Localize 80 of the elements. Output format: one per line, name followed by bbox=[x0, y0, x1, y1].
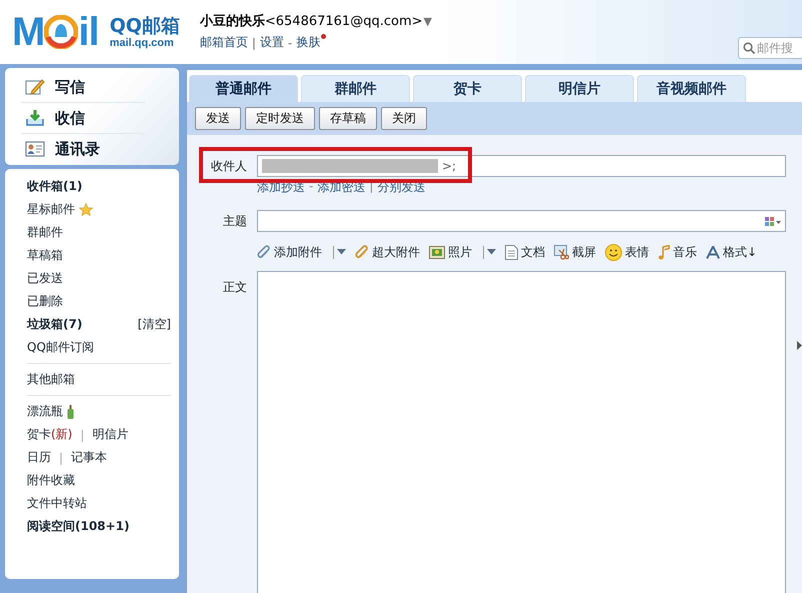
folder-link[interactable]: 垃圾箱(7) bbox=[27, 316, 82, 333]
folder-link[interactable]: QQ邮件订阅 bbox=[27, 339, 94, 356]
folder-link[interactable]: 漂流瓶 bbox=[27, 403, 63, 420]
attachment-tool[interactable]: 添加附件 bbox=[257, 244, 322, 260]
expand-arrow-icon[interactable] bbox=[797, 341, 802, 350]
compose-tab[interactable]: 普通邮件 bbox=[189, 75, 298, 102]
header-link[interactable]: 邮箱首页 bbox=[200, 34, 248, 51]
folder-link[interactable]: 星标邮件 bbox=[27, 201, 75, 218]
logo-name: QQ邮箱 bbox=[110, 16, 180, 36]
search-icon bbox=[743, 42, 755, 54]
star-icon bbox=[79, 203, 93, 216]
field-label: 主题 bbox=[222, 212, 248, 230]
contact-card-icon bbox=[25, 141, 45, 157]
field-label: 收件人 bbox=[210, 158, 248, 174]
search-placeholder: 邮件搜 bbox=[757, 40, 793, 56]
folder-link[interactable]: 日历 bbox=[27, 449, 51, 466]
bell-ring-logo-icon bbox=[44, 15, 78, 49]
folder-link[interactable]: 其他邮箱 bbox=[27, 371, 75, 388]
scheduled-send-button[interactable]: 定时发送 bbox=[245, 107, 315, 130]
link-separator: | bbox=[252, 36, 256, 50]
folder-link[interactable]: 群邮件 bbox=[27, 224, 63, 241]
quick-action[interactable]: 通讯录 bbox=[21, 134, 145, 164]
attachment-tool[interactable]: 截屏 bbox=[554, 244, 596, 260]
subject-field[interactable] bbox=[257, 210, 786, 232]
link-separator: - bbox=[309, 179, 314, 195]
header-link[interactable]: 换肤 bbox=[296, 34, 320, 51]
picture-icon bbox=[429, 246, 445, 258]
folder-link[interactable]: 文件中转站 bbox=[27, 495, 87, 512]
folder-link[interactable]: 草稿箱 bbox=[27, 247, 63, 264]
compose-tab[interactable]: 音视频邮件 bbox=[637, 75, 746, 102]
recipient-field[interactable]: >; bbox=[257, 155, 786, 177]
logo-letters: il bbox=[78, 12, 99, 52]
attachment-tool[interactable]: 超大附件 bbox=[355, 244, 420, 260]
bottle-icon bbox=[67, 404, 74, 418]
quick-action[interactable]: 写信 bbox=[21, 72, 145, 103]
letter-a-icon bbox=[706, 246, 720, 258]
logo-domain: mail.qq.com bbox=[110, 36, 175, 48]
folder-link[interactable]: 已发送 bbox=[27, 270, 63, 287]
send-button[interactable]: 发送 bbox=[195, 107, 241, 130]
color-grid-icon[interactable] bbox=[765, 216, 781, 226]
compose-tab[interactable]: 群邮件 bbox=[301, 75, 410, 102]
pencil-note-icon bbox=[25, 78, 45, 96]
folder-link[interactable]: 明信片 bbox=[92, 426, 128, 443]
attachment-tool[interactable]: 照片 bbox=[429, 244, 472, 260]
user-email: <654867161@qq.com> bbox=[264, 14, 422, 28]
smiley-icon bbox=[605, 244, 622, 260]
compose-tab[interactable]: 明信片 bbox=[525, 75, 634, 102]
recipient-text: >; bbox=[442, 159, 456, 173]
folder-link[interactable]: 记事本 bbox=[71, 449, 108, 466]
link-separator: - bbox=[288, 36, 292, 50]
paperclip-icon bbox=[355, 245, 369, 259]
scissors-screen-icon bbox=[554, 244, 569, 260]
close-button[interactable]: 关闭 bbox=[381, 107, 427, 130]
attachment-tool[interactable]: 表情 bbox=[605, 244, 649, 260]
user-name: 小豆的快乐 bbox=[200, 12, 265, 30]
logo-letter: M bbox=[12, 12, 44, 52]
folder-link[interactable]: 阅读空间(108+1) bbox=[27, 518, 130, 535]
new-label: (新) bbox=[51, 426, 72, 443]
header-link[interactable]: 设置 bbox=[260, 34, 284, 51]
document-icon bbox=[505, 244, 518, 260]
compose-tab[interactable]: 贺卡 bbox=[413, 75, 522, 102]
quick-action[interactable]: 收信 bbox=[21, 103, 145, 134]
folder-link[interactable]: 收件箱(1) bbox=[27, 178, 82, 195]
inbox-download-icon bbox=[25, 109, 45, 127]
folder-link[interactable]: 附件收藏 bbox=[27, 472, 75, 489]
paperclip-icon bbox=[257, 245, 271, 259]
attachment-tool[interactable]: 音乐 bbox=[658, 244, 697, 260]
folder-link[interactable]: 贺卡 bbox=[27, 426, 51, 443]
clear-link[interactable]: [清空] bbox=[138, 316, 171, 333]
dropdown-caret-icon[interactable] bbox=[337, 249, 346, 255]
dropdown-caret-icon[interactable] bbox=[487, 249, 496, 255]
field-label: 正文 bbox=[222, 279, 248, 296]
save-draft-button[interactable]: 存草稿 bbox=[319, 107, 377, 130]
attachment-tool[interactable]: 格式↓ bbox=[706, 244, 758, 260]
link-separator: | bbox=[59, 450, 64, 464]
attachment-tool[interactable]: 文档 bbox=[505, 244, 545, 260]
account-caret[interactable]: ▼ bbox=[424, 14, 432, 28]
folder-link[interactable]: 已删除 bbox=[27, 293, 63, 310]
link-separator: | bbox=[80, 428, 84, 442]
music-note-icon bbox=[658, 244, 670, 260]
